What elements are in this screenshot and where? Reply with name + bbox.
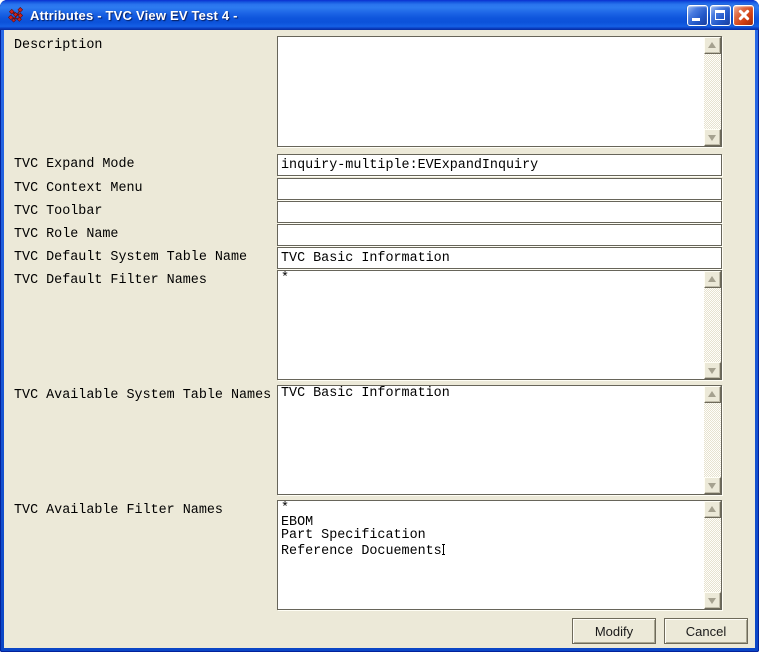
maximize-icon: [715, 10, 725, 20]
arrow-up-icon: [708, 42, 716, 48]
text-cursor: [443, 544, 444, 555]
close-button[interactable]: [733, 5, 754, 26]
arrow-down-icon: [708, 483, 716, 489]
tvc-available-filter-names-text: * EBOM Part Specification Reference Docu…: [278, 501, 704, 609]
available-tables-scrollbar[interactable]: [704, 386, 721, 494]
scroll-down-button[interactable]: [704, 129, 721, 146]
description-text: [278, 37, 704, 146]
tvc-default-filter-names-textarea[interactable]: *: [277, 270, 722, 380]
tvc-default-filter-names-text: *: [278, 271, 704, 379]
tvc-context-menu-label: TVC Context Menu: [14, 181, 143, 196]
scroll-down-button[interactable]: [704, 477, 721, 494]
tvc-default-system-table-name-label: TVC Default System Table Name: [14, 250, 247, 265]
app-icon: [6, 5, 26, 25]
cancel-button[interactable]: Cancel: [664, 618, 748, 644]
tvc-available-filter-names-label: TVC Available Filter Names: [14, 503, 223, 518]
dialog-body: Description TVC Expand Mode TVC Context …: [4, 30, 755, 648]
scroll-down-button[interactable]: [704, 362, 721, 379]
scroll-up-button[interactable]: [704, 386, 721, 403]
scroll-down-button[interactable]: [704, 592, 721, 609]
attributes-dialog-window: Attributes - TVC View EV Test 4 - Descri…: [0, 0, 759, 652]
tvc-available-filter-names-value: * EBOM Part Specification Reference Docu…: [281, 501, 442, 559]
title-bar[interactable]: Attributes - TVC View EV Test 4 -: [0, 0, 759, 30]
tvc-available-system-table-names-label: TVC Available System Table Names: [14, 388, 271, 403]
arrow-up-icon: [708, 506, 716, 512]
scroll-up-button[interactable]: [704, 37, 721, 54]
tvc-role-name-label: TVC Role Name: [14, 227, 118, 242]
tvc-toolbar-input[interactable]: [277, 201, 722, 223]
arrow-down-icon: [708, 135, 716, 141]
tvc-toolbar-label: TVC Toolbar: [14, 204, 102, 219]
tvc-expand-mode-input[interactable]: [277, 154, 722, 176]
minimize-button[interactable]: [687, 5, 708, 26]
maximize-button[interactable]: [710, 5, 731, 26]
window-title: Attributes - TVC View EV Test 4 -: [30, 8, 687, 23]
scroll-up-button[interactable]: [704, 271, 721, 288]
description-label: Description: [14, 38, 102, 53]
tvc-context-menu-input[interactable]: [277, 178, 722, 200]
arrow-up-icon: [708, 276, 716, 282]
scrollbar-track[interactable]: [704, 288, 721, 362]
tvc-available-filter-names-textarea[interactable]: * EBOM Part Specification Reference Docu…: [277, 500, 722, 610]
arrow-up-icon: [708, 391, 716, 397]
tvc-available-system-table-names-textarea[interactable]: TVC Basic Information: [277, 385, 722, 495]
scrollbar-track[interactable]: [704, 403, 721, 477]
scroll-up-button[interactable]: [704, 501, 721, 518]
default-filter-scrollbar[interactable]: [704, 271, 721, 379]
tvc-default-system-table-name-input[interactable]: [277, 247, 722, 269]
arrow-down-icon: [708, 368, 716, 374]
window-controls: [687, 5, 754, 26]
tvc-available-system-table-names-text: TVC Basic Information: [278, 386, 704, 494]
arrow-down-icon: [708, 598, 716, 604]
tvc-role-name-input[interactable]: [277, 224, 722, 246]
tvc-default-filter-names-label: TVC Default Filter Names: [14, 273, 207, 288]
minimize-icon: [692, 18, 700, 21]
modify-button[interactable]: Modify: [572, 618, 656, 644]
description-scrollbar[interactable]: [704, 37, 721, 146]
scrollbar-track[interactable]: [704, 54, 721, 129]
close-icon: [737, 9, 750, 22]
available-filters-scrollbar[interactable]: [704, 501, 721, 609]
tvc-expand-mode-label: TVC Expand Mode: [14, 157, 135, 172]
description-textarea[interactable]: [277, 36, 722, 147]
scrollbar-track[interactable]: [704, 518, 721, 592]
